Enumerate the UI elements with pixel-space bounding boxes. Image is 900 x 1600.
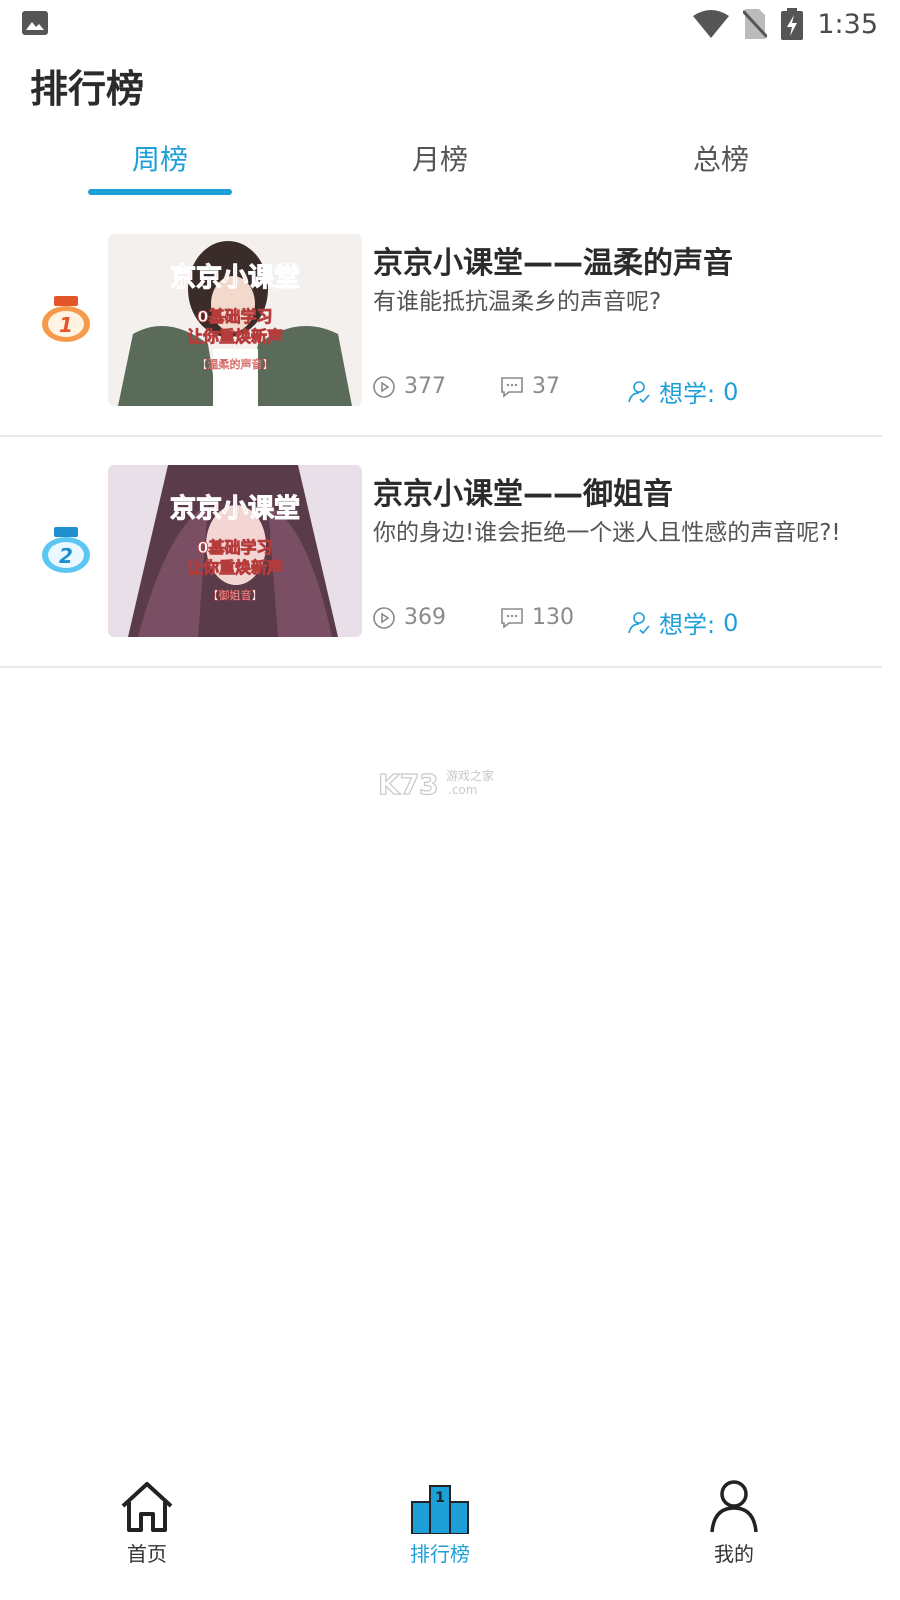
course-title[interactable]: 京京小课堂——御姐音: [373, 469, 673, 513]
k73-watermark: K73 游戏之家 .com: [378, 767, 494, 801]
thumbnail-title: 京京小课堂: [170, 262, 300, 293]
want-learn-label: 想学:: [659, 380, 716, 408]
medal-blue-icon: 2: [42, 527, 90, 573]
status-bar: 1:35: [0, 0, 900, 48]
person-icon: [710, 1480, 758, 1533]
no-sim-icon: [743, 9, 768, 39]
comment-icon: [501, 376, 523, 398]
thumbnail-line: 0基础学习: [197, 538, 272, 557]
bottom-nav: 首页 1 排行榜 我的: [0, 1470, 900, 1600]
course-description: 有谁能抵抗温柔乡的声音呢?: [373, 289, 662, 315]
course-thumbnail[interactable]: 京京小课堂 0基础学习 让你重焕新声 【御姐音】: [108, 465, 362, 637]
home-icon: [121, 1482, 173, 1532]
nav-ranking[interactable]: 1 排行榜: [380, 1478, 500, 1567]
watermark-cn: 游戏之家: [446, 768, 494, 783]
watermark-domain: .com: [448, 783, 477, 797]
page-title: 排行榜: [30, 67, 145, 111]
play-count-value: 369: [404, 605, 446, 630]
play-icon: [373, 606, 395, 629]
play-count-value: 377: [404, 374, 446, 399]
course-description: 你的身边!谁会拒绝一个迷人且性感的声音呢?!: [373, 520, 841, 546]
nav-label: 首页: [127, 1542, 167, 1566]
want-learn[interactable]: 想学: 0: [627, 605, 738, 640]
tab-monthly[interactable]: 月榜: [350, 138, 530, 178]
comment-count: 37: [500, 374, 560, 399]
thumbnail-line: 0基础学习: [197, 307, 272, 326]
thumbnail-line: 让你重焕新声: [187, 558, 283, 577]
thumbnail-tag: 【御姐音】: [208, 588, 263, 602]
medal-gold-icon: 1: [42, 296, 90, 342]
ranking-row[interactable]: 2 京京小课堂 0基础学习 让你重焕新声 【御姐音】 京京小课堂——御姐音 你的…: [0, 437, 882, 668]
want-learn[interactable]: 想学: 0: [627, 374, 738, 409]
play-count: 377: [372, 374, 446, 399]
thumbnail-title: 京京小课堂: [170, 493, 300, 524]
medal-rank: 1: [59, 313, 73, 337]
wifi-icon: [693, 10, 730, 38]
want-learn-label: 想学:: [659, 611, 716, 639]
nav-home[interactable]: 首页: [87, 1478, 207, 1567]
want-learn-count: 0: [723, 608, 739, 637]
status-icons: 1:35: [693, 6, 878, 42]
ranking-list: 1 京京小课堂 0基础学习 让你重焕新声 【温柔的声音】 京京小课堂——温柔的声…: [0, 206, 882, 668]
thumbnail-line: 让你重焕新声: [187, 327, 283, 346]
play-icon: [373, 375, 395, 398]
comment-count-value: 37: [532, 374, 560, 399]
nav-label: 排行榜: [410, 1542, 470, 1566]
comment-count: 130: [500, 605, 574, 630]
status-time: 1:35: [817, 8, 878, 40]
course-thumbnail[interactable]: 京京小课堂 0基础学习 让你重焕新声 【温柔的声音】: [108, 234, 362, 406]
svg-text:1: 1: [435, 1490, 445, 1506]
podium-icon: 1: [411, 1485, 469, 1534]
ranking-row[interactable]: 1 京京小课堂 0基础学习 让你重焕新声 【温柔的声音】 京京小课堂——温柔的声…: [0, 206, 882, 437]
gallery-icon: [22, 11, 48, 35]
tab-total[interactable]: 总榜: [631, 138, 811, 178]
course-title[interactable]: 京京小课堂——温柔的声音: [373, 238, 733, 282]
thumbnail-tag: 【温柔的声音】: [197, 357, 274, 371]
nav-profile[interactable]: 我的: [674, 1478, 794, 1567]
user-check-icon: [628, 380, 650, 403]
battery-charging-icon: [781, 8, 804, 40]
watermark-brand: K73: [378, 768, 439, 801]
tab-weekly[interactable]: 周榜: [70, 138, 250, 178]
play-count: 369: [372, 605, 446, 630]
comment-icon: [501, 607, 523, 629]
want-learn-count: 0: [723, 377, 739, 406]
user-check-icon: [628, 611, 650, 634]
medal-rank: 2: [59, 544, 73, 568]
comment-count-value: 130: [532, 605, 574, 630]
ranking-tabs: 周榜 月榜 总榜: [20, 138, 880, 198]
tab-indicator: [88, 189, 232, 195]
nav-label: 我的: [714, 1542, 754, 1566]
